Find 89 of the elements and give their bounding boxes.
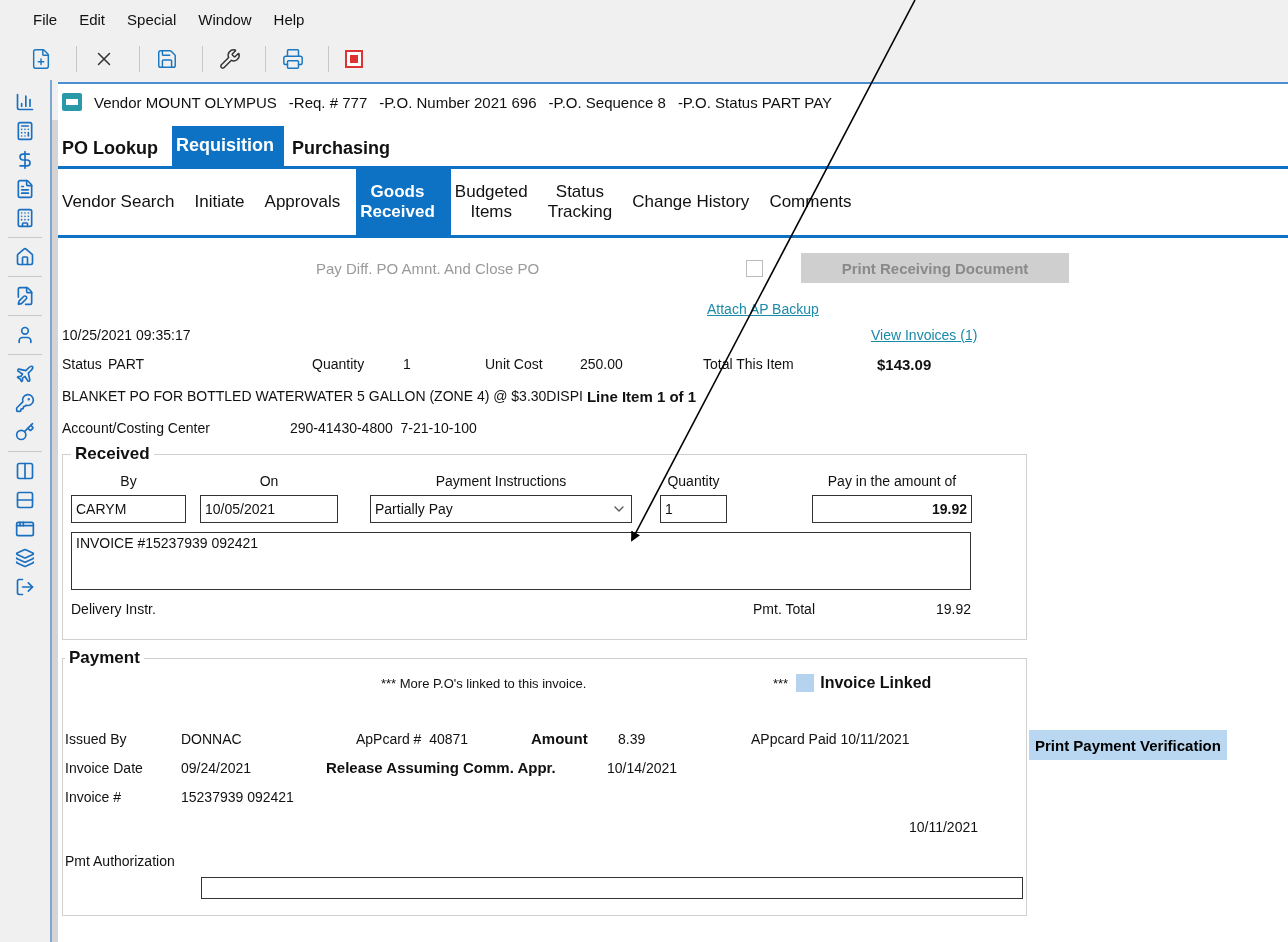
menu-item[interactable]: Edit [79,10,106,28]
person-icon[interactable] [15,325,35,345]
stop-icon[interactable] [343,48,365,70]
building-icon[interactable] [15,208,35,228]
window-icon[interactable] [15,519,35,539]
home-icon[interactable] [15,247,35,267]
tab[interactable]: Budgeted Items [450,169,544,235]
linked-marker: *** [773,675,789,691]
received-on-field[interactable]: 10/05/2021 [200,495,338,523]
columns-icon[interactable] [15,461,35,481]
authorization-label: Pmt Authorization [65,853,175,869]
account-label: Account/Costing Center [62,420,211,436]
apcard-paid: APpcard Paid 10/11/2021 [751,730,910,747]
tab[interactable]: Goods Received [356,169,451,235]
line-item-label: Line Item 1 of 1 [586,387,697,405]
bar-chart-icon[interactable] [15,92,35,112]
invoice-number-value: 15237939 092421 [181,788,294,805]
column-header: Payment Instructions [434,473,568,489]
invoice-date-label: Invoice Date [65,759,144,776]
release-label: Release Assuming Comm. Appr. [326,759,557,776]
invoice-number-label: Invoice # [65,788,123,805]
delivery-label: Delivery Instr. [71,601,157,617]
close-po-label: Pay Diff. PO Amnt. And Close PO [316,259,541,277]
print-payment-button[interactable]: Print Payment Verification [1029,730,1227,760]
column-header: Quantity [666,473,721,489]
authorization-field[interactable] [201,877,1023,899]
column-header: Pay in the amount of [826,473,958,489]
pmt-total-value: 19.92 [934,601,971,617]
window-title: -P.O. Status PART PAY [677,93,833,111]
quantity-label: Quantity [312,356,366,372]
document-icon[interactable] [15,179,35,199]
view-invoices-link[interactable]: View Invoices (1) [871,327,978,343]
window-title: Vendor MOUNT OLYMPUS [94,93,277,111]
tab[interactable]: Status Tracking [543,169,629,235]
issued-by-value: DONNAC [181,730,243,747]
total-value: $143.09 [877,355,932,373]
linked-swatch [796,674,815,692]
key-icon[interactable] [15,393,35,413]
column-header: By [119,473,138,489]
window-title: -P.O. Number 2021 696 [379,93,537,111]
invoice-linked-label: Invoice Linked [820,674,932,692]
amount-field[interactable]: 19.92 [812,495,972,523]
status-label: Status [62,356,103,372]
tab[interactable]: Approvals [260,169,357,235]
tab[interactable]: Requisition [172,126,284,166]
account-value: 290-41430-4800 7-21-10-100 [290,420,477,436]
apcard-number: ApPcard # 40871 [356,730,470,747]
menu-item[interactable]: Special [127,10,177,28]
amount-value: 8.39 [618,730,647,747]
column-header: On [258,473,280,489]
quantity-value: 1 [403,356,412,372]
calculator-icon[interactable] [15,121,35,141]
tab[interactable]: Purchasing [288,132,401,166]
item-description: BLANKET PO FOR BOTTLED WATERWATER 5 GALLON (ZONE 4) @ $3.30DISPI [62,388,583,404]
unit-cost-value: 250.00 [580,356,624,372]
amount-label: Amount [531,730,589,747]
key-icon[interactable] [15,422,35,442]
payment-instructions-dropdown[interactable]: Partially Pay [370,495,632,523]
menu-item[interactable]: File [33,10,58,28]
tab[interactable]: Initiate [190,169,261,235]
window-title: -Req. # 777 [288,93,368,111]
unit-cost-label: Unit Cost [485,356,544,372]
invoice-date-value: 09/24/2021 [181,759,253,776]
po-icon [62,93,82,111]
timestamp: 10/25/2021 09:35:17 [62,327,192,343]
tab[interactable]: PO Lookup [58,132,168,166]
airplane-icon[interactable] [15,364,35,384]
tools-icon[interactable] [217,46,243,72]
paid-date: 10/11/2021 [907,819,978,835]
release-date: 10/14/2021 [607,759,678,776]
tab[interactable]: Change History [628,169,766,235]
edit-document-icon[interactable] [15,286,35,306]
quantity-field[interactable]: 1 [660,495,727,523]
payment-title: Payment [68,648,141,668]
received-title: Received [74,444,151,464]
print-icon[interactable] [280,46,306,72]
status-value: PART [108,356,146,372]
rows-icon[interactable] [15,490,35,510]
tab[interactable]: Vendor Search [58,169,191,235]
menu-item[interactable]: Help [273,10,305,28]
received-by-field[interactable]: CARYM [71,495,186,523]
pmt-total-label: Pmt. Total [753,601,816,617]
exit-icon[interactable] [15,577,35,597]
linked-note: *** More P.O's linked to this invoice. [381,675,588,691]
issued-by-label: Issued By [65,730,128,747]
cascade-icon[interactable] [15,548,35,568]
menu-item[interactable]: Window [198,10,252,28]
notes-field[interactable]: INVOICE #15237939 092421 [71,532,971,590]
window-title: -P.O. Sequence 8 [548,93,666,111]
